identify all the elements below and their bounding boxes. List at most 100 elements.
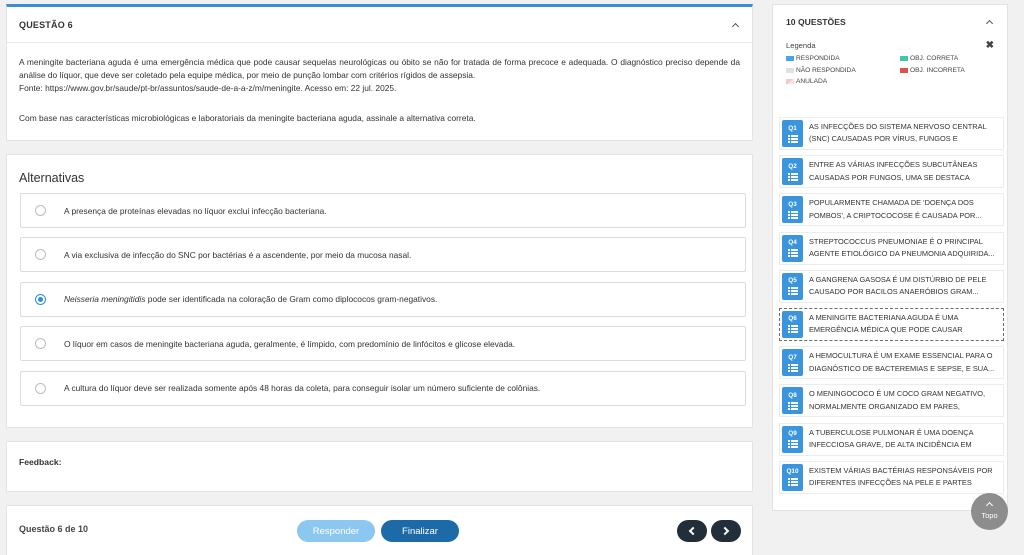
footer-panel: Questão 6 de 10 Responder Finalizar [6,505,753,555]
alternative-b-text: A via exclusiva de infecção do SNC por b… [64,249,412,260]
list-icon [787,134,798,143]
list-icon [787,325,798,334]
chevron-up-icon[interactable] [732,21,740,29]
question-nav-item[interactable]: Q1 AS INFECÇÕES DO SISTEMA NERVOSO CENTRA… [779,117,1004,150]
question-nav-item[interactable]: Q2 ENTRE AS VÁRIAS INFECÇÕES SUBCUTÂNEAS … [779,155,1004,189]
alternatives-list: A presença de proteínas elevadas no líqu… [20,193,746,415]
legend-nao-respondida: NÃO RESPONDIDA [786,67,900,74]
legend-respondida-label: RESPONDIDA [796,55,840,62]
question-number: Q1 [788,124,797,132]
list-icon [787,478,798,487]
questions-sidebar: 10 QUESTÕES Legenda ✖ RESPONDIDA OBJ. CO… [772,4,1008,511]
alternative-b[interactable]: A via exclusiva de infecção do SNC por b… [20,237,746,273]
radio-a[interactable] [35,205,46,216]
question-badge: Q8 [782,387,803,415]
question-body: A meningite bacteriana aguda é uma emerg… [7,43,752,125]
question-number: Q9 [788,430,797,437]
question-nav-item[interactable]: Q7 A HEMOCULTURA É UM EXAME ESSENCIAL PAR… [779,346,1004,380]
legend-obj-correta-label: OBJ. CORRETA [910,55,959,62]
question-badge: Q9 [782,425,803,453]
legend: Legenda ✖ RESPONDIDA OBJ. CORRETA NÃO RE… [773,38,1007,85]
question-preview: A TUBERCULOSE PULMONAR É UMA DOENÇA INFE… [809,427,974,449]
alternative-e[interactable]: A cultura do líquor deve ser realizada s… [20,370,746,406]
alternative-c-text: Neisseria meningitidis pode ser identifi… [64,294,437,304]
question-number: Q10 [786,468,799,476]
question-number: Q8 [788,391,797,399]
swatch-nao-respondida [786,67,794,73]
close-icon[interactable]: ✖ [986,40,994,51]
question-preview: EXISTEM VÁRIAS BACTÉRIAS RESPONSÁVEIS PO… [809,465,993,488]
swatch-obj-incorreta [900,67,908,73]
list-icon [787,249,798,258]
question-counter: Questão 6 de 10 [19,524,89,534]
legend-label: Legenda [786,40,816,50]
list-icon [787,363,798,372]
question-badge: Q4 [782,234,803,262]
question-badge: Q3 [782,196,803,224]
alternative-a-text: A presença de proteínas elevadas no líqu… [64,205,327,216]
alternative-e-text: A cultura do líquor deve ser realizada s… [64,383,541,394]
question-preview: ENTRE AS VÁRIAS INFECÇÕES SUBCUTÂNEAS CA… [809,160,978,182]
question-preview: POPULARMENTE CHAMADA DE 'DOENÇA DOS POMB… [809,198,982,220]
alternative-d[interactable]: O líquor em casos de meningite bacterian… [20,326,746,362]
swatch-anulada [786,79,794,84]
question-preview: STREPTOCOCCUS PNEUMONIAE É O PRINCIPAL A… [809,236,995,258]
question-title: QUESTÃO 6 [19,19,73,30]
responder-button[interactable]: Responder [297,520,375,542]
list-icon [787,401,798,410]
question-nav-item[interactable]: Q4 STREPTOCOCCUS PNEUMONIAE É O PRINCIPAL… [779,231,1004,265]
alternative-c-rest: pode ser identificada na coloração de Gr… [145,294,438,305]
question-preview: A HEMOCULTURA É UM EXAME ESSENCIAL PARA … [809,351,995,373]
question-badge: Q6 [782,310,803,338]
topo-label: Topo [981,511,998,520]
topo-button[interactable]: Topo [971,493,1008,530]
arrow-up-icon [985,501,994,510]
finalizar-button[interactable]: Finalizar [381,520,459,542]
list-icon [787,287,798,296]
question-badge: Q7 [782,349,803,377]
question-nav-item[interactable]: Q5 A GANGRENA GASOSA É UM DISTÚRBIO DE PE… [779,269,1004,303]
chevron-left-icon [688,526,698,536]
next-button[interactable] [711,520,741,542]
question-list: Q1 AS INFECÇÕES DO SISTEMA NERVOSO CENTRA… [779,117,1004,499]
question-badge: Q1 [782,120,803,147]
legend-obj-incorreta: OBJ. INCORRETA [900,67,1000,74]
legend-obj-incorreta-label: OBJ. INCORRETA [910,66,965,74]
question-preview: A MENINGITE BACTERIANA AGUDA É UMA EMERG… [809,312,963,335]
question-badge: Q10 [782,463,803,491]
question-number: Q7 [788,353,797,361]
previous-button[interactable] [677,520,707,542]
chevron-right-icon [720,526,730,536]
swatch-respondida [786,56,794,61]
question-number: Q5 [788,277,797,285]
question-nav-item[interactable]: Q6 A MENINGITE BACTERIANA AGUDA É UMA EME… [779,307,1004,341]
sidebar-header[interactable]: 10 QUESTÕES [773,5,1007,38]
legend-anulada: ANULADA [786,78,900,85]
question-command: Com base nas características microbiológ… [19,113,476,124]
radio-b[interactable] [35,249,46,261]
alternatives-title: Alternativas [19,171,85,185]
question-nav-item[interactable]: Q9 A TUBERCULOSE PULMONAR É UMA DOENÇA IN… [779,422,1004,456]
feedback-label: Feedback: [19,457,62,467]
question-header[interactable]: QUESTÃO 6 [7,7,752,43]
question-number: Q3 [788,200,797,208]
alternative-d-text: O líquor em casos de meningite bacterian… [64,338,516,349]
question-preview: AS INFECÇÕES DO SISTEMA NERVOSO CENTRAL … [809,122,987,144]
legend-obj-correta: OBJ. CORRETA [900,55,1000,62]
question-nav-item[interactable]: Q3 POPULARMENTE CHAMADA DE 'DOENÇA DOS PO… [779,193,1004,227]
radio-c[interactable] [35,293,46,305]
list-icon [787,440,798,448]
radio-e[interactable] [35,382,46,394]
chevron-up-icon[interactable] [986,18,994,26]
question-source: Fonte: https://www.gov.br/saude/pt-br/as… [19,82,397,93]
question-nav-item[interactable]: Q8 O MENINGOCOCO É UM COCO GRAM NEGATIVO,… [779,384,1004,418]
alternative-c[interactable]: Neisseria meningitidis pode ser identifi… [20,281,746,317]
alternative-c-italic: Neisseria meningitidis [64,294,146,305]
question-nav-item[interactable]: Q10 EXISTEM VÁRIAS BACTÉRIAS RESPONSÁVEIS… [779,460,1004,494]
list-icon [787,172,798,181]
legend-respondida: RESPONDIDA [786,55,900,62]
question-paragraph: A meningite bacteriana aguda é uma emerg… [19,57,740,80]
question-badge: Q5 [782,272,803,300]
alternative-a[interactable]: A presença de proteínas elevadas no líqu… [20,193,746,228]
radio-d[interactable] [35,338,46,350]
